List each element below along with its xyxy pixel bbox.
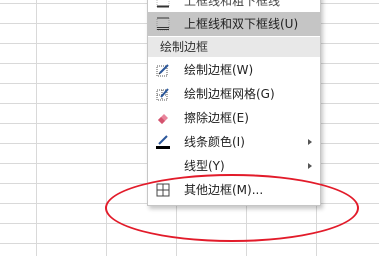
submenu-arrow-icon — [308, 163, 312, 169]
menu-item-label: 绘制边框网格(G) — [184, 87, 275, 101]
menu-item-label: 擦除边框(E) — [184, 111, 249, 125]
menu-item-top-double-bottom-border[interactable]: 上框线和双下框线(U) — [148, 12, 320, 36]
menu-item-draw-border[interactable]: 绘制边框(W) — [148, 58, 320, 82]
section-title: 绘制边框 — [160, 40, 209, 54]
draw-border-grid-icon — [156, 88, 169, 101]
draw-border-icon — [156, 64, 169, 77]
border-top-thick-bottom-icon — [156, 0, 170, 8]
red-annotation-ellipse — [105, 174, 359, 242]
menu-item-erase-border[interactable]: 擦除边框(E) — [148, 106, 320, 130]
menu-item-draw-border-grid[interactable]: 绘制边框网格(G) — [148, 82, 320, 106]
menu-item-label: 线条颜色(I) — [184, 135, 245, 149]
border-top-double-bottom-icon — [156, 17, 170, 31]
line-color-icon — [156, 135, 170, 149]
menu-item-label: 上框线和双下框线(U) — [184, 17, 299, 31]
menu-item-line-color[interactable]: 线条颜色(I) — [148, 130, 320, 154]
menu-item-label: 绘制边框(W) — [184, 63, 254, 77]
submenu-arrow-icon — [308, 139, 312, 145]
section-header-draw-borders: 绘制边框 — [148, 37, 320, 57]
eraser-icon — [158, 114, 168, 124]
